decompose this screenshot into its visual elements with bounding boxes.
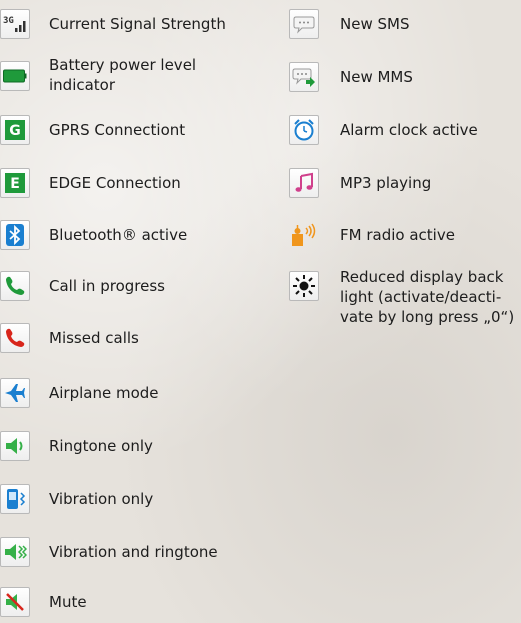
list-item: Missed calls [0, 323, 139, 353]
item-label: Ringtone only [49, 437, 153, 455]
bluetooth-icon [0, 220, 30, 250]
item-label: EDGE Connection [49, 174, 181, 192]
item-label: New SMS [340, 15, 410, 33]
phone-green-icon [0, 271, 30, 301]
svg-text:G: G [9, 123, 21, 139]
phone-red-icon [0, 323, 30, 353]
vibration-icon [0, 484, 30, 514]
music-note-icon [289, 168, 319, 198]
item-label: Reduced display back light (activate/dea… [340, 268, 515, 326]
item-label: Mute [49, 593, 87, 611]
list-item: 3G Current Signal Strength [0, 9, 226, 39]
signal-strength-3g-icon: 3G [0, 9, 30, 39]
item-label: Bluetooth® active [49, 226, 188, 244]
alarm-clock-icon [289, 115, 319, 145]
sms-icon [289, 9, 319, 39]
list-item: E EDGE Connection [0, 168, 181, 198]
list-item: Bluetooth® active [0, 220, 187, 250]
mms-icon [289, 62, 319, 92]
list-item: Vibration and ringtone [0, 537, 218, 567]
list-item: Alarm clock active [289, 115, 478, 145]
list-item: New SMS [289, 9, 409, 39]
fm-radio-icon [289, 220, 319, 250]
item-label: New MMS [340, 68, 413, 86]
gprs-icon: G [0, 115, 30, 145]
item-label: Vibration only [49, 490, 154, 508]
item-label: Current Signal Strength [49, 15, 226, 33]
item-label: GPRS Connectiont [49, 121, 186, 139]
list-item: Vibration only [0, 484, 153, 514]
item-label: MP3 playing [340, 174, 432, 192]
speaker-icon [0, 431, 30, 461]
svg-text:E: E [10, 176, 20, 192]
backlight-sun-icon [289, 271, 319, 301]
battery-icon [0, 61, 30, 91]
edge-icon: E [0, 168, 30, 198]
list-item: Ringtone only [0, 431, 153, 461]
list-item: New MMS [289, 62, 413, 92]
item-label: Call in progress [49, 277, 165, 295]
item-label: Battery power level indicator [49, 56, 197, 94]
item-label: Vibration and ringtone [49, 543, 218, 561]
list-item: Airplane mode [0, 378, 159, 408]
item-label: Alarm clock active [340, 121, 478, 139]
mute-icon [0, 587, 30, 617]
item-label: FM radio active [340, 226, 455, 244]
speaker-vibration-icon [0, 537, 30, 567]
airplane-icon [0, 378, 30, 408]
list-item: FM radio active [289, 220, 455, 250]
list-item: Mute [0, 587, 87, 617]
list-item: Reduced display back light (activate/dea… [289, 267, 520, 327]
list-item: Battery power level indicator [0, 55, 249, 95]
svg-text:3G: 3G [3, 16, 14, 26]
list-item: G GPRS Connectiont [0, 115, 185, 145]
item-label: Airplane mode [49, 384, 159, 402]
list-item: MP3 playing [289, 168, 431, 198]
list-item: Call in progress [0, 271, 165, 301]
item-label: Missed calls [49, 329, 139, 347]
